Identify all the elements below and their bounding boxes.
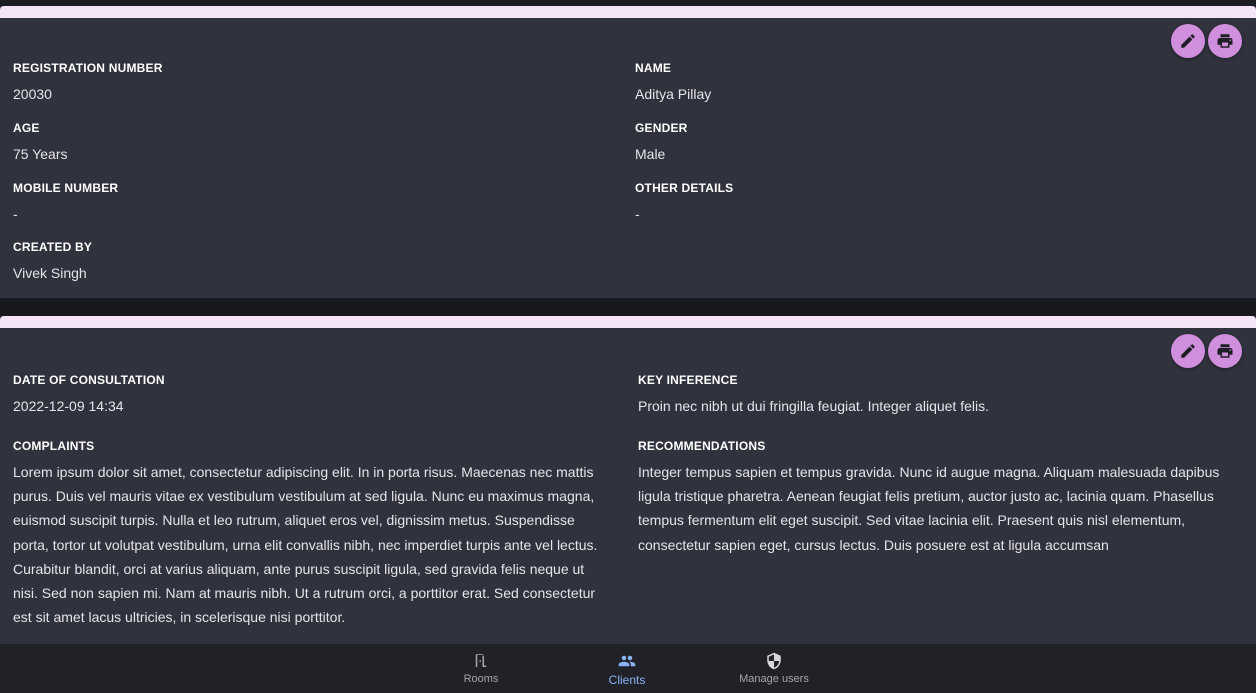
- field-recommendations: RECOMMENDATIONS Integer tempus sapien et…: [638, 438, 1243, 557]
- card-gap: [0, 298, 1256, 316]
- field-value: -: [13, 206, 18, 222]
- field-label: KEY INFERENCE: [638, 373, 738, 387]
- field-paragraph: Lorem ipsum dolor sit amet, consectetur …: [13, 464, 598, 626]
- field-value: 20030: [13, 86, 52, 102]
- field-value: Male: [635, 146, 666, 162]
- page: REGISTRATION NUMBER 20030 NAME Aditya Pi…: [0, 0, 1256, 693]
- field-registration-number: REGISTRATION NUMBER 20030: [13, 60, 613, 104]
- edit-consultation-button[interactable]: [1171, 334, 1205, 368]
- field-gender: GENDER Male: [635, 120, 1235, 164]
- card-accent-stripe: [0, 316, 1256, 328]
- field-value: 2022-12-09 14:34: [13, 398, 124, 414]
- nav-label: Manage users: [739, 673, 809, 685]
- field-key-inference: KEY INFERENCE Proin nec nibh ut dui frin…: [638, 372, 1243, 416]
- card-accent-stripe: [0, 6, 1256, 18]
- field-label: CREATED BY: [13, 240, 93, 254]
- nav-label: Clients: [608, 673, 646, 687]
- field-other-details: OTHER DETAILS -: [635, 180, 1235, 224]
- field-created-by: CREATED BY Vivek Singh: [13, 239, 613, 283]
- field-value: Aditya Pillay: [635, 86, 712, 102]
- pencil-icon: [1181, 344, 1195, 358]
- field-label: DATE OF CONSULTATION: [13, 373, 165, 387]
- field-value: Proin nec nibh ut dui fringilla feugiat.…: [638, 398, 989, 414]
- field-label: COMPLAINTS: [13, 439, 95, 453]
- field-name: NAME Aditya Pillay: [635, 60, 1235, 104]
- field-value: 75 Years: [13, 146, 68, 162]
- field-label: RECOMMENDATIONS: [638, 439, 766, 453]
- patient-details-card: REGISTRATION NUMBER 20030 NAME Aditya Pi…: [0, 6, 1256, 298]
- printer-icon: [1217, 34, 1233, 48]
- door-icon: [475, 654, 487, 667]
- print-button[interactable]: [1208, 24, 1242, 58]
- people-icon: [618, 655, 636, 667]
- field-label: MOBILE NUMBER: [13, 181, 119, 195]
- field-paragraph: Integer tempus sapien et tempus gravida.…: [638, 464, 1220, 553]
- consultation-card: DATE OF CONSULTATION 2022-12-09 14:34 KE…: [0, 316, 1256, 644]
- field-complaints: COMPLAINTS Lorem ipsum dolor sit amet, c…: [13, 438, 611, 629]
- pencil-icon: [1181, 34, 1195, 48]
- nav-item-manage-users[interactable]: Manage users: [719, 644, 829, 693]
- field-mobile-number: MOBILE NUMBER -: [13, 180, 613, 224]
- nav-item-clients[interactable]: Clients: [572, 644, 682, 693]
- printer-icon: [1217, 344, 1233, 358]
- nav-item-rooms[interactable]: Rooms: [426, 644, 536, 693]
- field-label: REGISTRATION NUMBER: [13, 61, 163, 75]
- field-label: GENDER: [635, 121, 688, 135]
- bottom-navigation: Rooms Clients Manage users: [0, 644, 1256, 693]
- field-age: AGE 75 Years: [13, 120, 613, 164]
- nav-label: Rooms: [463, 673, 499, 685]
- field-label: OTHER DETAILS: [635, 181, 734, 195]
- field-value: Vivek Singh: [13, 265, 87, 281]
- field-value: -: [635, 206, 640, 222]
- field-date-of-consultation: DATE OF CONSULTATION 2022-12-09 14:34: [13, 372, 613, 416]
- field-label: NAME: [635, 61, 672, 75]
- print-consultation-button[interactable]: [1208, 334, 1242, 368]
- edit-button[interactable]: [1171, 24, 1205, 58]
- field-label: AGE: [13, 121, 40, 135]
- shield-icon: [767, 652, 781, 670]
